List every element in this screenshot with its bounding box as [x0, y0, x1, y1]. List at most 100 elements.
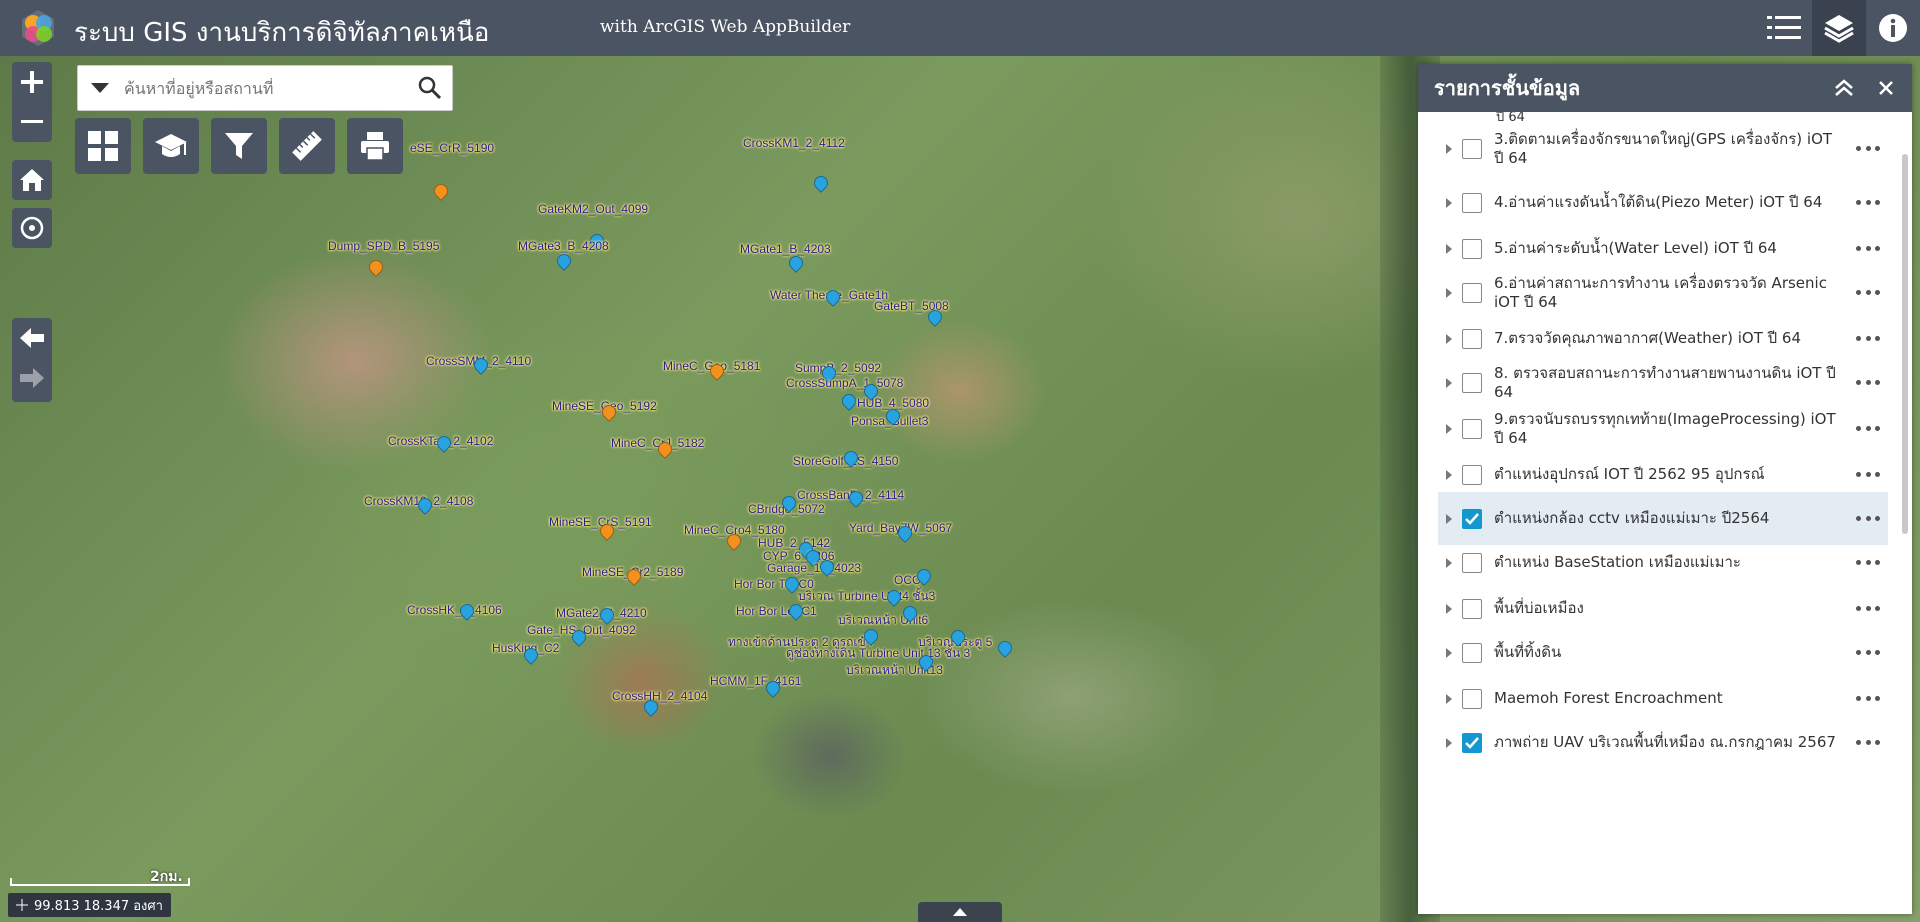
camera-marker-icon[interactable] [811, 173, 831, 193]
close-panel-button[interactable] [1874, 76, 1898, 100]
measurement-icon [292, 131, 322, 161]
camera-marker-icon[interactable] [554, 251, 574, 271]
orange-marker-icon[interactable] [366, 257, 386, 277]
layer-visibility-checkbox[interactable] [1462, 138, 1482, 159]
camera-marker-icon[interactable] [995, 638, 1015, 658]
layer-name: Maemoh Forest Encroachment [1494, 689, 1723, 707]
more-options-icon[interactable] [1856, 553, 1880, 571]
layer-list: ปี 64 3.ติดตามเครื่องจักรขนาดใหญ่(GPS เค… [1438, 112, 1888, 907]
panel-title: รายการชั้นข้อมูล [1434, 76, 1581, 100]
zoom-in-button[interactable] [12, 62, 52, 102]
map-label: MGate3_B_4208 [518, 239, 609, 253]
expand-caret-icon[interactable] [1442, 332, 1456, 346]
expand-caret-icon[interactable] [1442, 196, 1456, 210]
layer-visibility-checkbox[interactable] [1462, 192, 1482, 213]
expand-caret-icon[interactable] [1442, 602, 1456, 616]
crosshair-icon [16, 899, 28, 911]
expand-caret-icon[interactable] [1442, 142, 1456, 156]
app-header: ระบบ GIS งานบริการดิจิทัลภาคเหนือ with A… [0, 0, 1920, 56]
basemap-gallery-button[interactable] [75, 118, 131, 174]
layer-visibility-checkbox[interactable] [1462, 328, 1482, 349]
scale-bar [10, 878, 190, 886]
more-options-icon[interactable] [1856, 733, 1880, 751]
layers-button[interactable] [1812, 0, 1866, 56]
map-label: CrossHH_2_4104 [612, 689, 708, 703]
expand-caret-icon[interactable] [1442, 286, 1456, 300]
search-button[interactable] [418, 76, 442, 104]
coordinate-readout[interactable]: 99.813 18.347 องศา [8, 893, 171, 917]
layer-name: ภาพถ่าย UAV บริเวณพื้นที่เหมือง ณ.กรกฎาค… [1494, 733, 1836, 751]
layer-visibility-checkbox[interactable] [1462, 418, 1482, 439]
layer-row[interactable]: ภาพถ่าย UAV บริเวณพื้นที่เหมือง ณ.กรกฎาค… [1438, 716, 1888, 769]
expand-caret-icon[interactable] [1442, 468, 1456, 482]
attribute-table-toggle[interactable] [918, 902, 1002, 922]
camera-marker-icon[interactable] [786, 253, 806, 273]
collapse-panel-button[interactable] [1832, 76, 1856, 100]
home-icon [20, 169, 44, 191]
layer-row[interactable]: 3.ติดตามเครื่องจักรขนาดใหญ่(GPS เครื่องจ… [1438, 122, 1888, 175]
layer-visibility-checkbox[interactable] [1462, 688, 1482, 709]
zoom-out-button[interactable] [12, 102, 52, 142]
next-extent-button[interactable] [12, 358, 52, 398]
search-source-dropdown[interactable] [78, 83, 122, 93]
legend-button[interactable] [1756, 0, 1812, 56]
map-label: HCMM_1F_4161 [710, 674, 802, 688]
layer-visibility-checkbox[interactable] [1462, 732, 1482, 753]
layer-list-scrollbar[interactable] [1902, 154, 1908, 534]
print-button[interactable] [347, 118, 403, 174]
camera-marker-icon[interactable] [839, 391, 859, 411]
extent-nav-control [12, 318, 52, 402]
tutorial-button[interactable] [143, 118, 199, 174]
more-options-icon[interactable] [1856, 239, 1880, 257]
more-options-icon[interactable] [1856, 419, 1880, 437]
more-options-icon[interactable] [1856, 283, 1880, 301]
expand-caret-icon[interactable] [1442, 646, 1456, 660]
previous-extent-button[interactable] [12, 318, 52, 358]
more-options-icon[interactable] [1856, 329, 1880, 347]
more-options-icon[interactable] [1856, 373, 1880, 391]
layer-visibility-checkbox[interactable] [1462, 372, 1482, 393]
expand-caret-icon[interactable] [1442, 242, 1456, 256]
layer-name: ตำแหน่ง BaseStation เหมืองแม่เมาะ [1494, 553, 1741, 571]
map-label: บริเวณ Turbine Unit4 ชั้น3 [798, 589, 936, 603]
more-options-icon[interactable] [1856, 139, 1880, 157]
map-label: CrossSumpA_1_5078 [786, 376, 904, 390]
expand-caret-icon[interactable] [1442, 422, 1456, 436]
more-options-icon[interactable] [1856, 643, 1880, 661]
home-button[interactable] [12, 160, 52, 200]
orange-marker-icon[interactable] [431, 181, 451, 201]
filter-button[interactable] [211, 118, 267, 174]
layer-visibility-checkbox[interactable] [1462, 282, 1482, 303]
layer-visibility-checkbox[interactable] [1462, 552, 1482, 573]
locate-icon [20, 216, 44, 240]
layer-list-panel: รายการชั้นข้อมูล ปี 64 3.ติดตามเครื่องจั… [1418, 64, 1912, 914]
expand-caret-icon[interactable] [1442, 556, 1456, 570]
layers-icon [1824, 15, 1854, 43]
expand-caret-icon[interactable] [1442, 512, 1456, 526]
layer-visibility-checkbox[interactable] [1462, 598, 1482, 619]
more-options-icon[interactable] [1856, 193, 1880, 211]
about-button[interactable] [1866, 0, 1920, 56]
caret-down-icon [91, 83, 109, 93]
map-label: HUB_2_5142 [758, 536, 831, 550]
expand-caret-icon[interactable] [1442, 736, 1456, 750]
search-input[interactable] [122, 77, 396, 99]
more-options-icon[interactable] [1856, 465, 1880, 483]
map-label: MGate1_B_4203 [740, 242, 831, 256]
layer-visibility-checkbox[interactable] [1462, 642, 1482, 663]
filter-icon [225, 133, 253, 159]
layer-name: 6.อ่านค่าสถานะการทำงาน เครื่องตรวจวัด Ar… [1494, 273, 1827, 311]
more-options-icon[interactable] [1856, 689, 1880, 707]
expand-caret-icon[interactable] [1442, 376, 1456, 390]
basemap-gallery-icon [88, 131, 118, 161]
measurement-button[interactable] [279, 118, 335, 174]
more-options-icon[interactable] [1856, 599, 1880, 617]
layer-visibility-checkbox[interactable] [1462, 238, 1482, 259]
my-location-button[interactable] [12, 208, 52, 248]
layer-visibility-checkbox[interactable] [1462, 508, 1482, 529]
expand-caret-icon[interactable] [1442, 692, 1456, 706]
layer-visibility-checkbox[interactable] [1462, 464, 1482, 485]
more-options-icon[interactable] [1856, 509, 1880, 527]
minus-icon [21, 120, 43, 123]
search-widget [77, 65, 453, 111]
